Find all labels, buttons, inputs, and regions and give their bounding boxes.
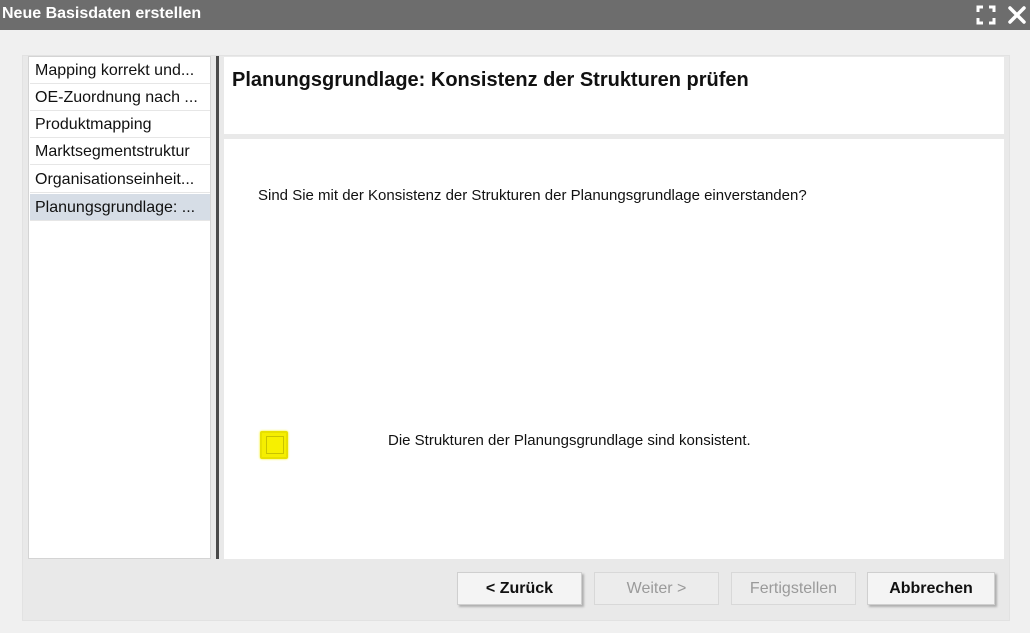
- finish-button[interactable]: Fertigstellen: [731, 572, 856, 605]
- title-bar: Neue Basisdaten erstellen: [0, 0, 1030, 30]
- back-button[interactable]: < Zurück: [457, 572, 582, 605]
- maximize-icon: [976, 5, 996, 25]
- step-item-mapping[interactable]: Mapping korrekt und...: [30, 57, 210, 84]
- consistency-checkbox-label[interactable]: Die Strukturen der Planungsgrundlage sin…: [388, 432, 751, 449]
- window-title: Neue Basisdaten erstellen: [2, 5, 202, 22]
- dialog-window: Neue Basisdaten erstellen Mapping korrek…: [0, 0, 1030, 633]
- step-content: Sind Sie mit der Konsistenz der Struktur…: [224, 139, 1004, 559]
- maximize-button[interactable]: [975, 4, 997, 26]
- cancel-button[interactable]: Abbrechen: [867, 572, 995, 605]
- consistency-checkbox[interactable]: [260, 431, 288, 459]
- page-title: Planungsgrundlage: Konsistenz der Strukt…: [232, 69, 749, 91]
- step-item-marktsegmentstruktur[interactable]: Marktsegmentstruktur: [30, 138, 210, 165]
- step-item-planungsgrundlage[interactable]: Planungsgrundlage: ...: [30, 194, 210, 221]
- wizard-step-list: Mapping korrekt und... OE-Zuordnung nach…: [28, 56, 211, 559]
- step-item-produktmapping[interactable]: Produktmapping: [30, 111, 210, 138]
- panel-splitter[interactable]: [216, 56, 219, 559]
- step-item-oe-zuordnung[interactable]: OE-Zuordnung nach ...: [30, 84, 210, 111]
- question-text: Sind Sie mit der Konsistenz der Struktur…: [258, 187, 807, 204]
- step-item-organisationseinheit[interactable]: Organisationseinheit...: [30, 166, 210, 193]
- checkbox-box: [266, 436, 284, 454]
- close-icon: [1008, 6, 1026, 24]
- close-button[interactable]: [1006, 4, 1028, 26]
- step-header: Planungsgrundlage: Konsistenz der Strukt…: [224, 57, 1004, 134]
- next-button[interactable]: Weiter >: [594, 572, 719, 605]
